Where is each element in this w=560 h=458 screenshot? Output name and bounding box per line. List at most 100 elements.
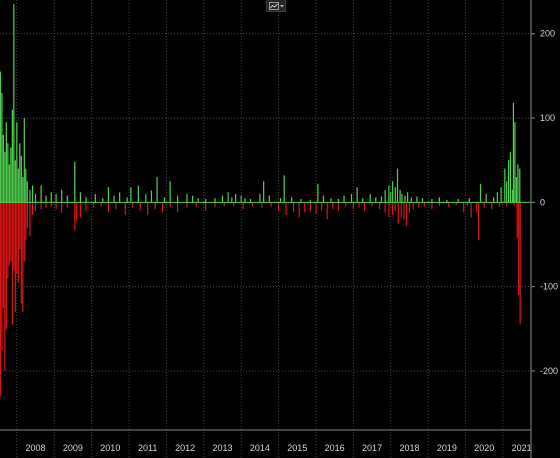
negative-bar — [309, 202, 311, 211]
line-chart-icon[interactable] — [268, 1, 279, 10]
y-tick-label: 100 — [540, 113, 555, 123]
negative-bar — [55, 202, 57, 210]
negative-bar — [50, 202, 52, 207]
positive-bar — [240, 195, 242, 203]
negative-bar — [132, 202, 134, 208]
positive-bar — [438, 197, 440, 203]
negative-bar — [345, 202, 347, 207]
negative-bar — [10, 202, 12, 262]
positive-bar — [29, 189, 31, 203]
negative-bar — [304, 202, 306, 213]
chart-type-toolbar[interactable] — [266, 0, 286, 12]
positive-bar — [169, 181, 171, 203]
y-tick-label: 0 — [540, 197, 545, 207]
positive-bar — [14, 160, 16, 203]
x-tick-label: 2015 — [287, 443, 307, 453]
positive-bar — [259, 193, 261, 203]
negative-bar — [476, 202, 478, 213]
x-tick-label: 2021 — [512, 443, 532, 453]
negative-bar — [11, 202, 13, 325]
negative-bar — [397, 202, 399, 224]
positive-bar — [401, 193, 403, 203]
positive-bar — [2, 134, 4, 203]
negative-bar — [92, 202, 95, 208]
negative-bar — [242, 202, 244, 210]
negative-bar — [498, 202, 500, 207]
positive-bar — [322, 195, 325, 203]
negative-bar — [26, 202, 28, 228]
positive-bar — [19, 143, 21, 203]
negative-bar — [403, 202, 405, 220]
positive-bar — [234, 193, 237, 203]
negative-bar — [45, 202, 47, 208]
positive-bar — [1, 92, 3, 203]
positive-bar — [11, 109, 13, 203]
negative-bar — [20, 202, 22, 304]
positive-bar — [197, 198, 199, 203]
y-tick-label: 200 — [540, 29, 555, 39]
positive-bar — [506, 181, 508, 203]
positive-bar — [55, 193, 57, 203]
negative-bar — [337, 202, 340, 211]
positive-bar — [511, 189, 513, 203]
x-tick-label: 2017 — [362, 443, 382, 453]
positive-bar — [22, 177, 24, 203]
negative-bar — [115, 202, 117, 210]
positive-bar — [468, 198, 470, 203]
negative-bar — [518, 202, 520, 296]
positive-bar — [406, 192, 409, 203]
negative-bar — [0, 202, 1, 397]
chevron-down-icon[interactable] — [279, 4, 284, 8]
negative-bar — [315, 202, 317, 215]
positive-bar — [113, 195, 115, 203]
positive-bar — [416, 196, 418, 203]
positive-bar — [356, 187, 358, 203]
positive-bar — [362, 198, 364, 203]
positive-bar — [384, 189, 386, 203]
positive-bar — [45, 195, 47, 203]
negative-bar — [438, 202, 440, 206]
negative-bar — [1, 202, 3, 350]
negative-bar — [14, 202, 16, 312]
negative-bar — [223, 202, 225, 206]
positive-bar — [421, 198, 424, 203]
positive-bar — [205, 198, 207, 203]
positive-bar — [10, 147, 12, 203]
negative-bar — [17, 202, 19, 283]
positive-bar — [317, 183, 319, 203]
negative-bar — [23, 202, 25, 262]
negative-bar — [358, 202, 360, 208]
positive-bar — [163, 197, 166, 203]
negative-bar — [205, 202, 207, 211]
negative-bar — [8, 202, 10, 266]
negative-bar — [292, 202, 295, 213]
x-tick-label: 2008 — [26, 443, 46, 453]
positive-bar — [4, 151, 6, 203]
positive-bar — [186, 193, 188, 203]
negative-bar — [5, 202, 7, 329]
negative-bar — [4, 202, 6, 371]
negative-bar — [270, 202, 272, 207]
negative-bar — [384, 202, 386, 213]
positive-bar — [5, 122, 7, 203]
axes: -200 -100 0 100 200 2008 2009 2010 2011 2012 2013 2… — [0, 0, 558, 458]
positive-bar — [20, 155, 22, 203]
positive-bar — [249, 198, 252, 203]
positive-bar — [8, 164, 10, 203]
y-tick-label: -100 — [540, 282, 558, 292]
bars — [0, 4, 531, 397]
negative-bar — [16, 202, 18, 275]
positive-bar — [79, 192, 81, 203]
negative-bar — [31, 202, 34, 215]
positive-bar — [504, 168, 506, 203]
positive-bar — [399, 189, 401, 203]
positive-bar — [496, 192, 498, 203]
positive-bar — [517, 164, 519, 203]
positive-bar — [85, 197, 87, 203]
positive-bar — [343, 195, 345, 203]
positive-bar — [479, 183, 482, 203]
positive-bar — [431, 198, 433, 203]
positive-bar — [94, 193, 96, 203]
negative-bar — [332, 202, 334, 210]
negative-bar — [7, 202, 9, 279]
